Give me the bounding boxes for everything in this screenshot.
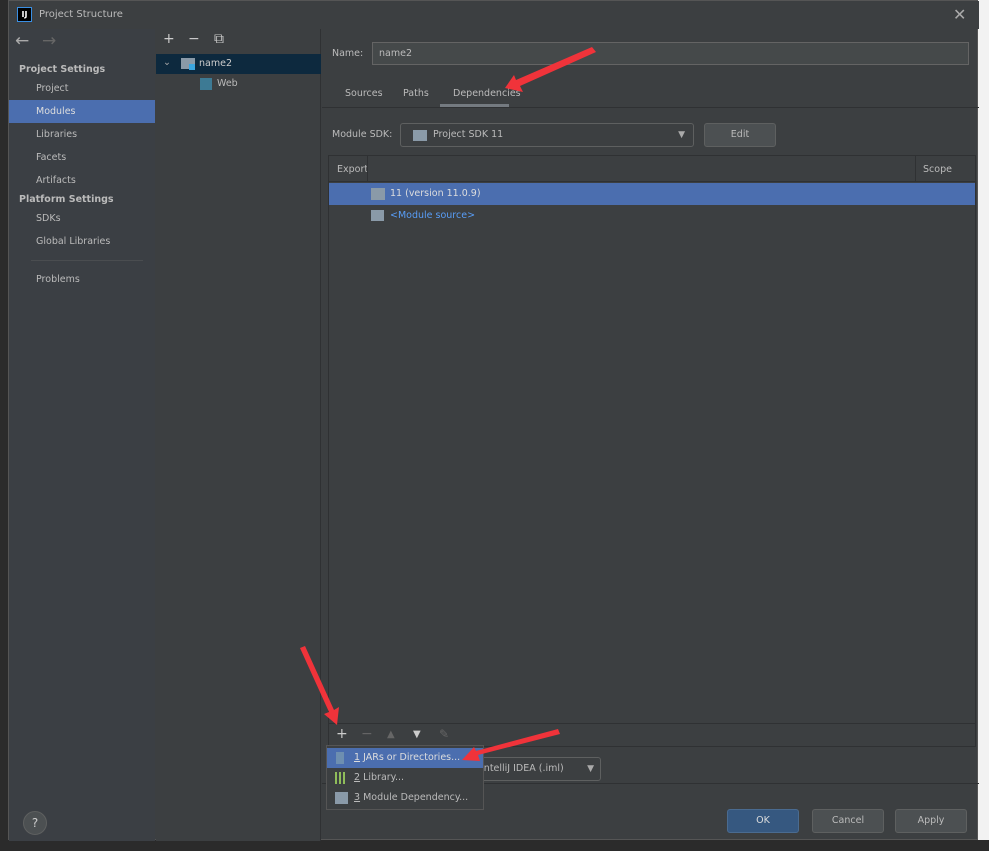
sidebar-item-global-libraries[interactable]: Global Libraries xyxy=(9,230,155,253)
name-input[interactable]: name2 xyxy=(372,42,969,65)
ok-button[interactable]: OK xyxy=(727,809,799,833)
sidebar-divider xyxy=(31,260,143,261)
menu-item-jars[interactable]: 1 JARs or Directories... xyxy=(327,748,483,768)
remove-icon[interactable]: − xyxy=(361,726,373,742)
close-icon[interactable]: ✕ xyxy=(953,5,966,24)
cancel-button[interactable]: Cancel xyxy=(812,809,884,833)
jar-icon xyxy=(336,752,344,764)
library-icon xyxy=(335,772,347,784)
module-icon xyxy=(335,792,348,804)
sidebar-item-libraries[interactable]: Libraries xyxy=(9,123,155,146)
sidebar-item-project[interactable]: Project xyxy=(9,77,155,100)
edit-button[interactable]: Edit xyxy=(704,123,776,147)
sidebar-item-modules[interactable]: Modules xyxy=(9,100,155,123)
move-up-icon[interactable]: ▲ xyxy=(387,729,395,740)
sidebar-item-sdks[interactable]: SDKs xyxy=(9,207,155,230)
tree-node-label: name2 xyxy=(199,58,232,69)
add-icon[interactable]: + xyxy=(163,31,175,47)
web-facet-icon xyxy=(200,78,212,90)
module-sdk-dropdown[interactable]: Project SDK 11 ▼ xyxy=(400,123,694,147)
dependencies-table: Export Scope 11 (version 11.0.9) <Module… xyxy=(328,155,976,747)
move-down-icon[interactable]: ▼ xyxy=(413,729,421,740)
forward-arrow-icon[interactable]: → xyxy=(42,31,56,51)
background-window xyxy=(978,0,989,851)
sdk-folder-icon xyxy=(371,188,385,200)
sidebar-item-facets[interactable]: Facets xyxy=(9,146,155,169)
tab-sources[interactable]: Sources xyxy=(332,87,396,100)
format-value: IntelliJ IDEA (.iml) xyxy=(481,763,564,774)
module-folder-icon xyxy=(181,58,195,70)
module-tree-panel: + − ⧉ ⌄ name2 Web xyxy=(156,29,321,841)
tab-paths[interactable]: Paths xyxy=(390,87,442,100)
table-row[interactable]: 11 (version 11.0.9) xyxy=(329,183,975,205)
column-header-scope[interactable]: Scope xyxy=(923,164,952,175)
project-settings-heading: Project Settings xyxy=(19,64,106,75)
add-dependency-menu: 1 JARs or Directories... 2 Library... 3 … xyxy=(326,745,484,810)
tab-divider xyxy=(322,107,979,108)
copy-icon[interactable]: ⧉ xyxy=(214,31,224,47)
column-header-export[interactable]: Export xyxy=(337,164,368,175)
help-button[interactable]: ? xyxy=(23,811,47,835)
add-dependency-icon[interactable]: + xyxy=(336,726,348,742)
tree-node-label: Web xyxy=(217,78,238,89)
sidebar: ← → Project Settings Project Modules Lib… xyxy=(9,29,155,841)
tree-node-name2[interactable]: ⌄ name2 xyxy=(156,54,321,74)
sidebar-item-problems[interactable]: Problems xyxy=(9,268,155,291)
sdk-folder-icon xyxy=(413,130,427,141)
table-row[interactable]: <Module source> xyxy=(329,205,975,227)
background-taskbar xyxy=(0,840,989,851)
sdk-value: Project SDK 11 xyxy=(433,129,504,140)
table-header: Export Scope xyxy=(329,156,975,182)
back-arrow-icon[interactable]: ← xyxy=(15,31,29,51)
module-settings-panel: Name: name2 Sources Paths Dependencies M… xyxy=(322,29,979,841)
row-label: <Module source> xyxy=(390,210,476,221)
table-toolbar: + − ▲ ▼ ✎ xyxy=(329,723,975,747)
tree-node-web[interactable]: Web xyxy=(156,74,321,94)
menu-item-module-dependency[interactable]: 3 Module Dependency... xyxy=(327,788,483,808)
edit-pencil-icon[interactable]: ✎ xyxy=(439,727,449,741)
source-folder-icon xyxy=(371,210,384,221)
chevron-down-icon: ⌄ xyxy=(163,57,171,68)
platform-settings-heading: Platform Settings xyxy=(19,194,114,205)
chevron-down-icon: ▼ xyxy=(678,130,685,140)
remove-icon[interactable]: − xyxy=(188,31,200,47)
window-title: Project Structure xyxy=(39,9,123,20)
intellij-logo: IJ xyxy=(17,7,32,22)
apply-button[interactable]: Apply xyxy=(895,809,967,833)
menu-item-library[interactable]: 2 Library... xyxy=(327,768,483,788)
row-label: 11 (version 11.0.9) xyxy=(390,188,481,199)
sidebar-item-artifacts[interactable]: Artifacts xyxy=(9,169,155,192)
tab-dependencies[interactable]: Dependencies xyxy=(440,87,534,100)
project-structure-dialog: IJ Project Structure ✕ ← → Project Setti… xyxy=(8,0,979,841)
module-format-dropdown[interactable]: IntelliJ IDEA (.iml) ▼ xyxy=(474,757,601,781)
title-bar: IJ Project Structure ✕ xyxy=(9,1,979,29)
chevron-down-icon: ▼ xyxy=(587,764,594,774)
name-label: Name: xyxy=(332,48,364,59)
module-sdk-label: Module SDK: xyxy=(332,129,393,140)
